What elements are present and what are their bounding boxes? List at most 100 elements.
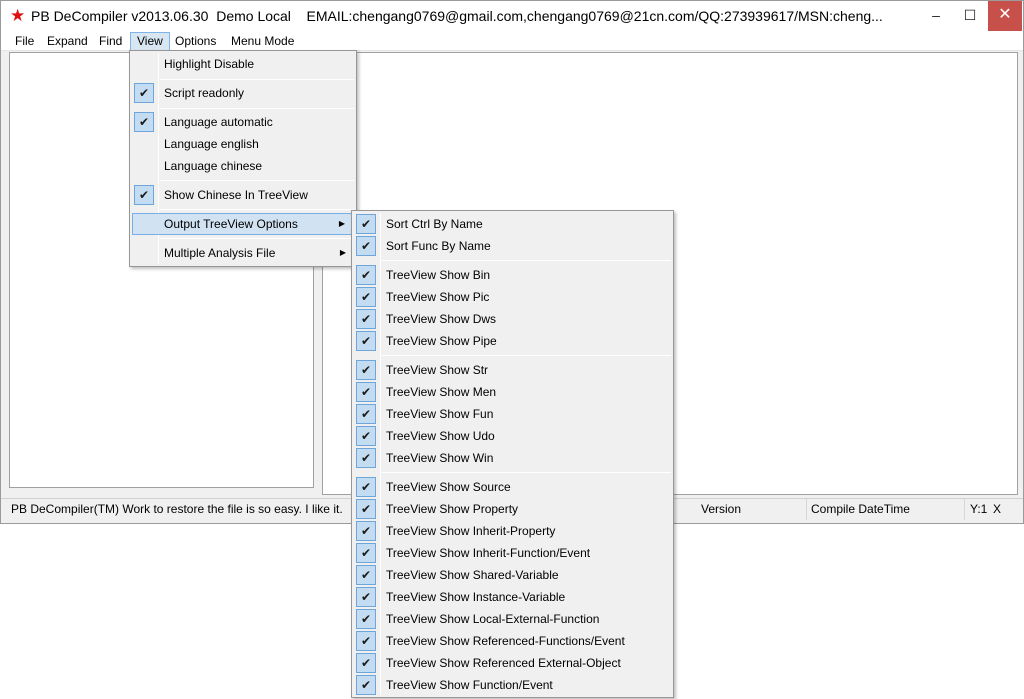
submenu-item-show-inherit-function-event[interactable]: ✔ TreeView Show Inherit-Function/Event — [354, 542, 671, 564]
submenu-item-show-str[interactable]: ✔ TreeView Show Str — [354, 359, 671, 381]
submenu-item-sort-func-by-name[interactable]: ✔ Sort Func By Name — [354, 235, 671, 257]
menu-item-label: TreeView Show Bin — [386, 268, 491, 282]
submenu-item-show-referenced-functions-event[interactable]: ✔ TreeView Show Referenced-Functions/Eve… — [354, 630, 671, 652]
output-treeview-submenu: ✔ Sort Ctrl By Name ✔ Sort Func By Name … — [351, 210, 674, 698]
menu-file[interactable]: File — [9, 32, 40, 51]
menu-item-label: TreeView Show Udo — [386, 429, 495, 443]
check-icon: ✔ — [356, 309, 376, 329]
menu-item-multiple-analysis-file[interactable]: Multiple Analysis File ▶ — [132, 242, 354, 264]
check-icon: ✔ — [356, 477, 376, 497]
submenu-item-show-dws[interactable]: ✔ TreeView Show Dws — [354, 308, 671, 330]
submenu-item-show-udo[interactable]: ✔ TreeView Show Udo — [354, 425, 671, 447]
menu-separator — [160, 238, 354, 239]
title-bar[interactable]: ★ PB DeCompiler v2013.06.30 Demo Local E… — [1, 1, 1023, 31]
check-icon: ✔ — [356, 609, 376, 629]
menu-item-label: Language chinese — [164, 159, 263, 173]
submenu-item-show-local-external-function[interactable]: ✔ TreeView Show Local-External-Function — [354, 608, 671, 630]
menu-separator — [160, 209, 354, 210]
status-message-text: PB DeCompiler(TM) Work to restore the fi… — [11, 502, 343, 516]
submenu-item-show-men[interactable]: ✔ TreeView Show Men — [354, 381, 671, 403]
check-icon: ✔ — [134, 185, 154, 205]
submenu-item-sort-ctrl-by-name[interactable]: ✔ Sort Ctrl By Name — [354, 213, 671, 235]
status-x: X — [993, 502, 1002, 516]
menu-item-language-chinese[interactable]: Language chinese — [132, 155, 354, 177]
menu-menu-mode[interactable]: Menu Mode — [225, 32, 300, 51]
menu-expand[interactable]: Expand — [41, 32, 94, 51]
menu-item-label: TreeView Show Fun — [386, 407, 494, 421]
check-icon: ✔ — [356, 426, 376, 446]
check-icon: ✔ — [356, 287, 376, 307]
menu-item-label: TreeView Show Function/Event — [386, 678, 553, 692]
check-icon: ✔ — [356, 214, 376, 234]
view-menu: Highlight Disable ✔ Script readonly ✔ La… — [129, 50, 357, 267]
menu-separator — [160, 79, 354, 80]
minimize-button[interactable]: – — [919, 1, 953, 31]
submenu-arrow-icon: ▶ — [339, 248, 346, 257]
submenu-item-show-instance-variable[interactable]: ✔ TreeView Show Instance-Variable — [354, 586, 671, 608]
check-icon: ✔ — [356, 631, 376, 651]
menu-item-language-english[interactable]: Language english — [132, 133, 354, 155]
submenu-item-show-shared-variable[interactable]: ✔ TreeView Show Shared-Variable — [354, 564, 671, 586]
menu-options[interactable]: Options — [169, 32, 222, 51]
menu-item-label: Output TreeView Options — [164, 217, 298, 231]
menu-item-label: TreeView Show Property — [386, 502, 519, 516]
menu-item-label: TreeView Show Referenced-Functions/Event — [386, 634, 625, 648]
menu-item-label: Sort Ctrl By Name — [386, 217, 483, 231]
menu-item-label: TreeView Show Instance-Variable — [386, 590, 566, 604]
submenu-item-show-source[interactable]: ✔ TreeView Show Source — [354, 476, 671, 498]
check-icon: ✔ — [356, 543, 376, 563]
check-icon: ✔ — [356, 653, 376, 673]
check-icon: ✔ — [356, 565, 376, 585]
menu-separator — [382, 472, 671, 473]
check-icon: ✔ — [356, 404, 376, 424]
menu-item-label: TreeView Show Str — [386, 363, 489, 377]
menu-item-show-chinese-in-treeview[interactable]: ✔ Show Chinese In TreeView — [132, 184, 354, 206]
close-button[interactable]: ✕ — [988, 1, 1022, 31]
menu-find[interactable]: Find — [93, 32, 128, 51]
submenu-item-show-pipe[interactable]: ✔ TreeView Show Pipe — [354, 330, 671, 352]
check-icon: ✔ — [356, 360, 376, 380]
menu-item-label: Language english — [164, 137, 259, 151]
menu-item-label: TreeView Show Win — [386, 451, 494, 465]
menu-separator — [160, 108, 354, 109]
menu-item-output-treeview-options[interactable]: Output TreeView Options ▶ — [132, 213, 354, 235]
check-icon: ✔ — [356, 521, 376, 541]
check-icon: ✔ — [134, 83, 154, 103]
window-title: PB DeCompiler v2013.06.30 Demo Local EMA… — [31, 8, 883, 24]
check-icon: ✔ — [356, 265, 376, 285]
status-compile-datetime: Compile DateTime — [805, 499, 965, 520]
maximize-button[interactable]: ☐ — [953, 1, 987, 31]
menu-item-label: TreeView Show Pipe — [386, 334, 497, 348]
check-icon: ✔ — [356, 331, 376, 351]
menu-item-label: TreeView Show Dws — [386, 312, 497, 326]
menu-item-label: Multiple Analysis File — [164, 246, 276, 260]
menu-item-script-readonly[interactable]: ✔ Script readonly — [132, 82, 354, 104]
submenu-item-show-property[interactable]: ✔ TreeView Show Property — [354, 498, 671, 520]
menu-item-label: TreeView Show Shared-Variable — [386, 568, 559, 582]
submenu-item-show-win[interactable]: ✔ TreeView Show Win — [354, 447, 671, 469]
menu-item-label: TreeView Show Inherit-Function/Event — [386, 546, 591, 560]
menu-item-highlight-disable[interactable]: Highlight Disable — [132, 53, 354, 75]
menu-item-label: Highlight Disable — [164, 57, 255, 71]
menu-item-label: Language automatic — [164, 115, 273, 129]
submenu-item-show-inherit-property[interactable]: ✔ TreeView Show Inherit-Property — [354, 520, 671, 542]
menu-item-label: Sort Func By Name — [386, 239, 491, 253]
submenu-item-show-pic[interactable]: ✔ TreeView Show Pic — [354, 286, 671, 308]
check-icon: ✔ — [356, 382, 376, 402]
menu-item-label: TreeView Show Referenced External-Object — [386, 656, 621, 670]
check-icon: ✔ — [356, 499, 376, 519]
submenu-item-show-bin[interactable]: ✔ TreeView Show Bin — [354, 264, 671, 286]
menu-view[interactable]: View — [130, 32, 170, 51]
menu-item-label: Show Chinese In TreeView — [164, 188, 308, 202]
app-star-icon: ★ — [10, 6, 26, 25]
menu-item-label: TreeView Show Local-External-Function — [386, 612, 600, 626]
check-icon: ✔ — [356, 675, 376, 695]
submenu-item-show-referenced-external-object[interactable]: ✔ TreeView Show Referenced External-Obje… — [354, 652, 671, 674]
submenu-item-show-fun[interactable]: ✔ TreeView Show Fun — [354, 403, 671, 425]
menu-item-label: TreeView Show Pic — [386, 290, 490, 304]
submenu-item-show-function-event[interactable]: ✔ TreeView Show Function/Event — [354, 674, 671, 696]
menu-item-label: Script readonly — [164, 86, 245, 100]
status-version: Version — [695, 499, 807, 520]
menu-item-language-automatic[interactable]: ✔ Language automatic — [132, 111, 354, 133]
submenu-arrow-icon: ▶ — [338, 219, 345, 228]
